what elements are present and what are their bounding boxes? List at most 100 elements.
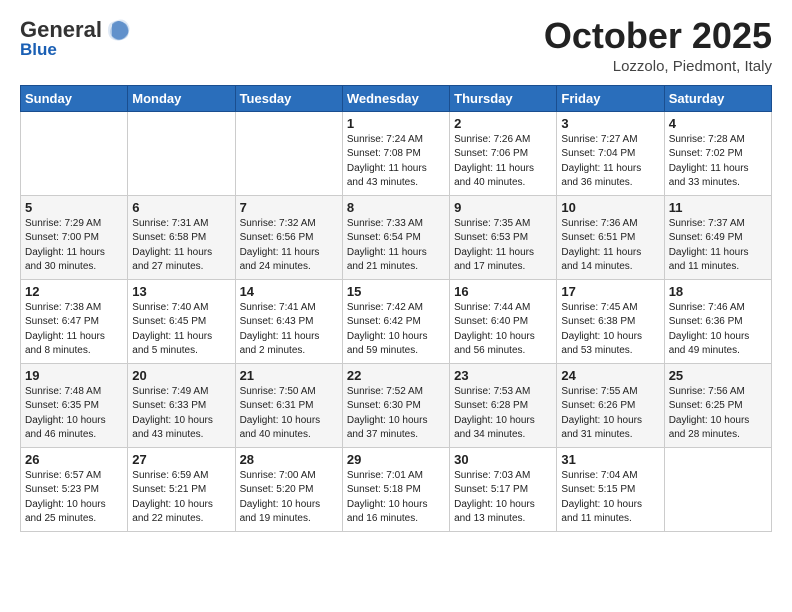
day-number: 6 <box>132 200 230 215</box>
calendar-cell: 4 Sunrise: 7:28 AM Sunset: 7:02 PM Daylig… <box>664 111 771 195</box>
day-info: Sunrise: 7:29 AM Sunset: 7:00 PM Dayligh… <box>25 217 123 275</box>
calendar-cell: 23 Sunrise: 7:53 AM Sunset: 6:28 PM Dayli… <box>450 363 557 447</box>
day-info: Sunrise: 6:59 AM Sunset: 5:21 PM Dayligh… <box>132 469 230 527</box>
logo-general-text: General <box>20 18 102 42</box>
day-number: 17 <box>561 284 659 299</box>
day-info: Sunrise: 7:48 AM Sunset: 6:35 PM Dayligh… <box>25 385 123 443</box>
day-info: Sunrise: 7:38 AM Sunset: 6:47 PM Dayligh… <box>25 301 123 359</box>
calendar-cell: 10Sunrise: 7:36 AM Sunset: 6:51 PM Dayli… <box>557 195 664 279</box>
calendar-cell: 15Sunrise: 7:42 AM Sunset: 6:42 PM Dayli… <box>342 279 449 363</box>
day-info: Sunrise: 7:32 AM Sunset: 6:56 PM Dayligh… <box>240 217 338 275</box>
calendar-cell: 2 Sunrise: 7:26 AM Sunset: 7:06 PM Daylig… <box>450 111 557 195</box>
day-number: 11 <box>669 200 767 215</box>
month-title: October 2025 <box>544 16 772 56</box>
calendar-cell: 21 Sunrise: 7:50 AM Sunset: 6:31 PM Dayli… <box>235 363 342 447</box>
calendar-body: 1 Sunrise: 7:24 AM Sunset: 7:08 PM Daylig… <box>21 111 772 531</box>
day-info: Sunrise: 7:41 AM Sunset: 6:43 PM Dayligh… <box>240 301 338 359</box>
day-number: 12 <box>25 284 123 299</box>
day-info: Sunrise: 7:35 AM Sunset: 6:53 PM Dayligh… <box>454 217 552 275</box>
day-info: Sunrise: 7:24 AM Sunset: 7:08 PM Dayligh… <box>347 133 445 191</box>
logo: General Blue <box>20 16 132 60</box>
calendar-table: Sunday Monday Tuesday Wednesday Thursday… <box>20 85 772 532</box>
day-number: 3 <box>561 116 659 131</box>
day-info: Sunrise: 7:44 AM Sunset: 6:40 PM Dayligh… <box>454 301 552 359</box>
day-number: 10 <box>561 200 659 215</box>
col-wednesday: Wednesday <box>342 85 449 111</box>
day-info: Sunrise: 7:45 AM Sunset: 6:38 PM Dayligh… <box>561 301 659 359</box>
calendar-week-1: 1 Sunrise: 7:24 AM Sunset: 7:08 PM Daylig… <box>21 111 772 195</box>
day-info: Sunrise: 7:53 AM Sunset: 6:28 PM Dayligh… <box>454 385 552 443</box>
calendar-cell: 3 Sunrise: 7:27 AM Sunset: 7:04 PM Daylig… <box>557 111 664 195</box>
day-number: 1 <box>347 116 445 131</box>
calendar-cell: 17 Sunrise: 7:45 AM Sunset: 6:38 PM Dayli… <box>557 279 664 363</box>
day-number: 13 <box>132 284 230 299</box>
day-number: 25 <box>669 368 767 383</box>
day-number: 7 <box>240 200 338 215</box>
calendar-cell <box>21 111 128 195</box>
day-number: 2 <box>454 116 552 131</box>
day-info: Sunrise: 7:40 AM Sunset: 6:45 PM Dayligh… <box>132 301 230 359</box>
calendar-week-3: 12 Sunrise: 7:38 AM Sunset: 6:47 PM Dayli… <box>21 279 772 363</box>
day-number: 18 <box>669 284 767 299</box>
calendar-cell: 18 Sunrise: 7:46 AM Sunset: 6:36 PM Dayli… <box>664 279 771 363</box>
day-info: Sunrise: 7:28 AM Sunset: 7:02 PM Dayligh… <box>669 133 767 191</box>
day-number: 22 <box>347 368 445 383</box>
calendar-cell: 5Sunrise: 7:29 AM Sunset: 7:00 PM Daylig… <box>21 195 128 279</box>
day-info: Sunrise: 7:00 AM Sunset: 5:20 PM Dayligh… <box>240 469 338 527</box>
calendar-cell: 26 Sunrise: 6:57 AM Sunset: 5:23 PM Dayli… <box>21 447 128 531</box>
col-saturday: Saturday <box>664 85 771 111</box>
day-info: Sunrise: 7:56 AM Sunset: 6:25 PM Dayligh… <box>669 385 767 443</box>
day-info: Sunrise: 7:50 AM Sunset: 6:31 PM Dayligh… <box>240 385 338 443</box>
calendar-cell: 25 Sunrise: 7:56 AM Sunset: 6:25 PM Dayli… <box>664 363 771 447</box>
day-info: Sunrise: 6:57 AM Sunset: 5:23 PM Dayligh… <box>25 469 123 527</box>
calendar-cell <box>128 111 235 195</box>
day-info: Sunrise: 7:49 AM Sunset: 6:33 PM Dayligh… <box>132 385 230 443</box>
day-number: 28 <box>240 452 338 467</box>
day-info: Sunrise: 7:55 AM Sunset: 6:26 PM Dayligh… <box>561 385 659 443</box>
day-info: Sunrise: 7:52 AM Sunset: 6:30 PM Dayligh… <box>347 385 445 443</box>
col-tuesday: Tuesday <box>235 85 342 111</box>
day-info: Sunrise: 7:33 AM Sunset: 6:54 PM Dayligh… <box>347 217 445 275</box>
calendar-cell: 28 Sunrise: 7:00 AM Sunset: 5:20 PM Dayli… <box>235 447 342 531</box>
day-number: 19 <box>25 368 123 383</box>
day-info: Sunrise: 7:37 AM Sunset: 6:49 PM Dayligh… <box>669 217 767 275</box>
day-number: 16 <box>454 284 552 299</box>
day-info: Sunrise: 7:04 AM Sunset: 5:15 PM Dayligh… <box>561 469 659 527</box>
calendar-cell: 12 Sunrise: 7:38 AM Sunset: 6:47 PM Dayli… <box>21 279 128 363</box>
page: General Blue October 2025 Lozzolo, Piedm… <box>0 0 792 542</box>
calendar-cell: 8Sunrise: 7:33 AM Sunset: 6:54 PM Daylig… <box>342 195 449 279</box>
day-info: Sunrise: 7:01 AM Sunset: 5:18 PM Dayligh… <box>347 469 445 527</box>
calendar-cell: 27 Sunrise: 6:59 AM Sunset: 5:21 PM Dayli… <box>128 447 235 531</box>
day-number: 29 <box>347 452 445 467</box>
logo-icon <box>104 16 132 44</box>
calendar-cell <box>664 447 771 531</box>
calendar-cell: 24 Sunrise: 7:55 AM Sunset: 6:26 PM Dayli… <box>557 363 664 447</box>
col-friday: Friday <box>557 85 664 111</box>
calendar-cell: 29 Sunrise: 7:01 AM Sunset: 5:18 PM Dayli… <box>342 447 449 531</box>
calendar-cell: 11 Sunrise: 7:37 AM Sunset: 6:49 PM Dayli… <box>664 195 771 279</box>
day-info: Sunrise: 7:46 AM Sunset: 6:36 PM Dayligh… <box>669 301 767 359</box>
day-number: 27 <box>132 452 230 467</box>
calendar-cell: 19 Sunrise: 7:48 AM Sunset: 6:35 PM Dayli… <box>21 363 128 447</box>
day-info: Sunrise: 7:27 AM Sunset: 7:04 PM Dayligh… <box>561 133 659 191</box>
day-info: Sunrise: 7:03 AM Sunset: 5:17 PM Dayligh… <box>454 469 552 527</box>
day-info: Sunrise: 7:31 AM Sunset: 6:58 PM Dayligh… <box>132 217 230 275</box>
day-info: Sunrise: 7:26 AM Sunset: 7:06 PM Dayligh… <box>454 133 552 191</box>
calendar-cell: 14Sunrise: 7:41 AM Sunset: 6:43 PM Dayli… <box>235 279 342 363</box>
day-number: 4 <box>669 116 767 131</box>
day-number: 23 <box>454 368 552 383</box>
calendar-cell: 7 Sunrise: 7:32 AM Sunset: 6:56 PM Daylig… <box>235 195 342 279</box>
day-number: 31 <box>561 452 659 467</box>
header-row: Sunday Monday Tuesday Wednesday Thursday… <box>21 85 772 111</box>
calendar-cell: 9Sunrise: 7:35 AM Sunset: 6:53 PM Daylig… <box>450 195 557 279</box>
day-number: 24 <box>561 368 659 383</box>
day-number: 26 <box>25 452 123 467</box>
day-number: 21 <box>240 368 338 383</box>
calendar-week-5: 26 Sunrise: 6:57 AM Sunset: 5:23 PM Dayli… <box>21 447 772 531</box>
calendar-cell: 30Sunrise: 7:03 AM Sunset: 5:17 PM Dayli… <box>450 447 557 531</box>
calendar-cell: 1 Sunrise: 7:24 AM Sunset: 7:08 PM Daylig… <box>342 111 449 195</box>
calendar-week-2: 5Sunrise: 7:29 AM Sunset: 7:00 PM Daylig… <box>21 195 772 279</box>
calendar-cell: 31 Sunrise: 7:04 AM Sunset: 5:15 PM Dayli… <box>557 447 664 531</box>
day-number: 15 <box>347 284 445 299</box>
calendar-cell: 13 Sunrise: 7:40 AM Sunset: 6:45 PM Dayli… <box>128 279 235 363</box>
